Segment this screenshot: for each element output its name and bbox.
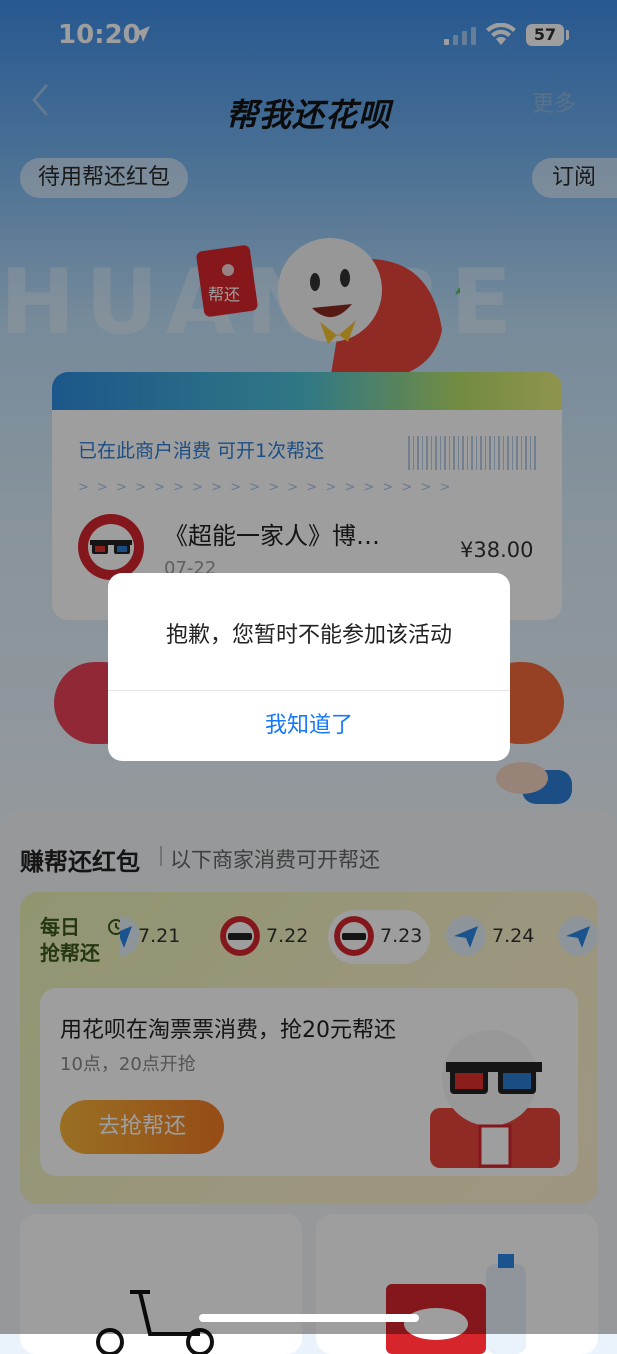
dialog-message: 抱歉，您暂时不能参加该活动 [165, 623, 452, 648]
home-indicator[interactable] [199, 1314, 419, 1322]
alert-dialog: 抱歉，您暂时不能参加该活动 我知道了 [108, 573, 510, 761]
dialog-confirm-button[interactable]: 我知道了 [108, 691, 510, 761]
